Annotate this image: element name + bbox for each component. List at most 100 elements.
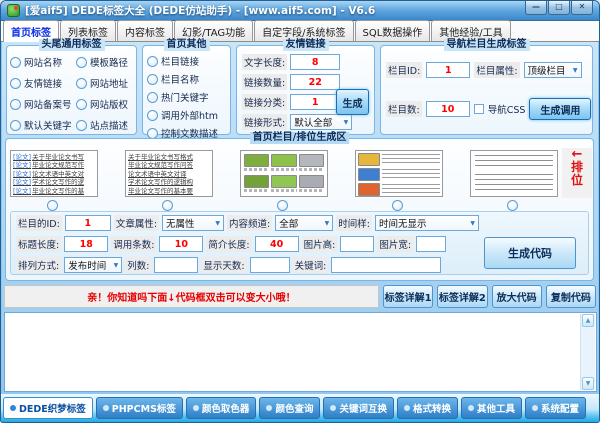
bottom-tab[interactable]: 其他工具	[461, 397, 522, 419]
column-id-input[interactable]: 1	[426, 62, 470, 78]
home-other-radio[interactable]: 栏目链接	[147, 54, 230, 68]
common-tag-radio[interactable]: 默认关键字	[10, 118, 76, 132]
generate-links-button[interactable]: 生成	[336, 89, 369, 115]
layout-style-radio[interactable]	[47, 200, 58, 211]
maximize-button[interactable]: □	[548, 1, 570, 15]
bottom-tab[interactable]: DEDE织梦标签	[3, 397, 93, 419]
channel-select[interactable]: 全部 ▼	[275, 215, 333, 231]
radio-icon	[10, 120, 21, 131]
bullet-icon	[404, 405, 410, 411]
bottom-tab[interactable]: 系统配置	[525, 397, 586, 419]
action-button[interactable]: 标签详解1	[383, 285, 433, 308]
bullet-icon	[103, 405, 109, 411]
columns-input[interactable]	[154, 257, 198, 273]
notice-bar: 亲！你知道吗下面↓代码框双击可以变大小哦！	[4, 285, 379, 308]
group-title: 导航栏目生成标签	[444, 39, 530, 51]
keyword-input[interactable]	[331, 257, 441, 273]
layout-style-radio[interactable]	[392, 200, 403, 211]
column-count-input[interactable]: 10	[426, 101, 470, 117]
action-button[interactable]: 标签详解2	[437, 285, 487, 308]
code-output-textarea[interactable]: ▲ ▼	[4, 312, 597, 392]
preview-line: [论文]学术论文写作的逻	[13, 178, 95, 186]
chevron-down-icon: ▼	[114, 262, 119, 269]
bottom-tab-label: 颜色取色器	[202, 401, 250, 415]
preview-line: 关于毕业论文书写格式	[128, 153, 210, 161]
common-tag-radio[interactable]: 网站版权	[76, 97, 134, 111]
radio-icon	[76, 99, 87, 110]
days-input[interactable]	[250, 257, 290, 273]
article-attr-label: 文章属性:	[114, 215, 159, 231]
image-height-input[interactable]	[340, 236, 374, 252]
common-tag-radio[interactable]: 网站地址	[76, 76, 134, 90]
action-button[interactable]: 复制代码	[546, 285, 596, 308]
bottom-tab-label: 系统配置	[541, 401, 579, 415]
top-tab[interactable]: SQL数据操作	[355, 20, 431, 41]
time-style-select[interactable]: 时间无显示 ▼	[375, 215, 479, 231]
radio-icon	[147, 110, 158, 121]
bullet-icon	[330, 405, 336, 411]
nav-css-checkbox[interactable]	[474, 104, 484, 114]
layout-preview-text-only[interactable]	[470, 150, 558, 197]
article-attr-select[interactable]: 无属性 ▼	[162, 215, 224, 231]
field-input[interactable]: 1	[290, 94, 340, 110]
bottom-tab[interactable]: 关键词互换	[323, 397, 394, 419]
top-tab[interactable]: 幻影/TAG功能	[174, 20, 253, 41]
common-tag-radio[interactable]: 友情链接	[10, 76, 76, 90]
order-select[interactable]: 发布时间 ▼	[64, 257, 122, 273]
top-tab[interactable]: 自定字段/系统标签	[254, 20, 353, 41]
common-tag-radio[interactable]: 网站名称	[10, 55, 76, 69]
column-id-input[interactable]: 1	[65, 215, 111, 231]
image-text-row	[358, 183, 440, 196]
layout-preview-linklist-tagged[interactable]: [论文]关于毕业论文书写 [论文]毕业论文规范写作 [论文]论文术语中英文对 […	[10, 150, 98, 197]
app-icon	[7, 4, 20, 17]
common-tag-radio[interactable]: 模板路径	[76, 55, 134, 69]
call-count-input[interactable]: 10	[159, 236, 203, 252]
group-common-tags: 头尾通用标签 网站名称 模板路径 友情链接	[6, 45, 137, 135]
common-tag-radio[interactable]: 站点描述	[76, 118, 134, 132]
bottom-tab[interactable]: 颜色取色器	[186, 397, 257, 419]
layout-style-radio[interactable]	[162, 200, 173, 211]
scrollbar[interactable]: ▲ ▼	[580, 314, 595, 390]
home-other-radio[interactable]: 调用外部htm	[147, 108, 230, 122]
common-tag-radio[interactable]: 网站备案号	[10, 97, 76, 111]
column-attr-select[interactable]: 顶级栏目 ▼	[524, 62, 582, 78]
radio-icon	[10, 57, 21, 68]
top-tab[interactable]: 列表标签	[60, 20, 116, 41]
layout-style-radio[interactable]	[277, 200, 288, 211]
radio-icon	[147, 74, 158, 85]
group-friend-links: 友情链接 文字长度: 8 链接数量: 22 链接分类: 1	[236, 45, 375, 135]
field-input[interactable]: 22	[290, 74, 340, 90]
bottom-tab-label: DEDE织梦标签	[19, 401, 86, 415]
link-form-select[interactable]: 默认全部 ▼	[290, 114, 352, 130]
preview-line: 毕业论文写作的基本要	[128, 187, 210, 195]
action-button[interactable]: 放大代码	[492, 285, 542, 308]
bottom-tab[interactable]: PHPCMS标签	[96, 397, 183, 419]
layout-style-radio-group	[47, 200, 518, 211]
top-tab[interactable]: 内容标签	[117, 20, 173, 41]
bottom-tab[interactable]: 颜色查询	[259, 397, 320, 419]
days-label: 显示天数:	[201, 257, 246, 273]
scroll-down-icon[interactable]: ▼	[582, 377, 594, 390]
field-input[interactable]: 8	[290, 54, 340, 70]
home-other-radio[interactable]: 热门关键字	[147, 90, 230, 104]
intro-length-input[interactable]: 40	[255, 236, 299, 252]
bottom-tab-label: 关键词互换	[339, 401, 387, 415]
image-width-input[interactable]	[416, 236, 446, 252]
bottom-tab[interactable]: 格式转换	[397, 397, 458, 419]
preview-line: [论文]论文术语中英文对	[13, 170, 95, 178]
scroll-up-icon[interactable]: ▲	[582, 314, 594, 327]
chevron-down-icon: ▼	[470, 220, 475, 227]
bottom-tab-label: 其他工具	[477, 401, 515, 415]
radio-label: 栏目名称	[161, 72, 199, 86]
layout-preview-image-text[interactable]	[355, 150, 443, 197]
top-tab[interactable]: 其他经验/工具	[431, 20, 510, 41]
home-other-radio[interactable]: 栏目名称	[147, 72, 230, 86]
generate-code-button[interactable]: 生成代码	[484, 237, 576, 269]
layout-preview-image-grid[interactable]	[240, 150, 328, 197]
layout-style-radio[interactable]	[507, 200, 518, 211]
minimize-button[interactable]: —	[525, 1, 547, 15]
layout-preview-linklist-plain[interactable]: 关于毕业论文书写格式毕业论文规范写作问答论文术语中英文对译学术论文写作的逻辑构毕…	[125, 150, 213, 197]
generate-call-button[interactable]: 生成调用	[529, 98, 591, 120]
title-length-input[interactable]: 18	[64, 236, 108, 252]
close-button[interactable]: ✕	[571, 1, 593, 15]
